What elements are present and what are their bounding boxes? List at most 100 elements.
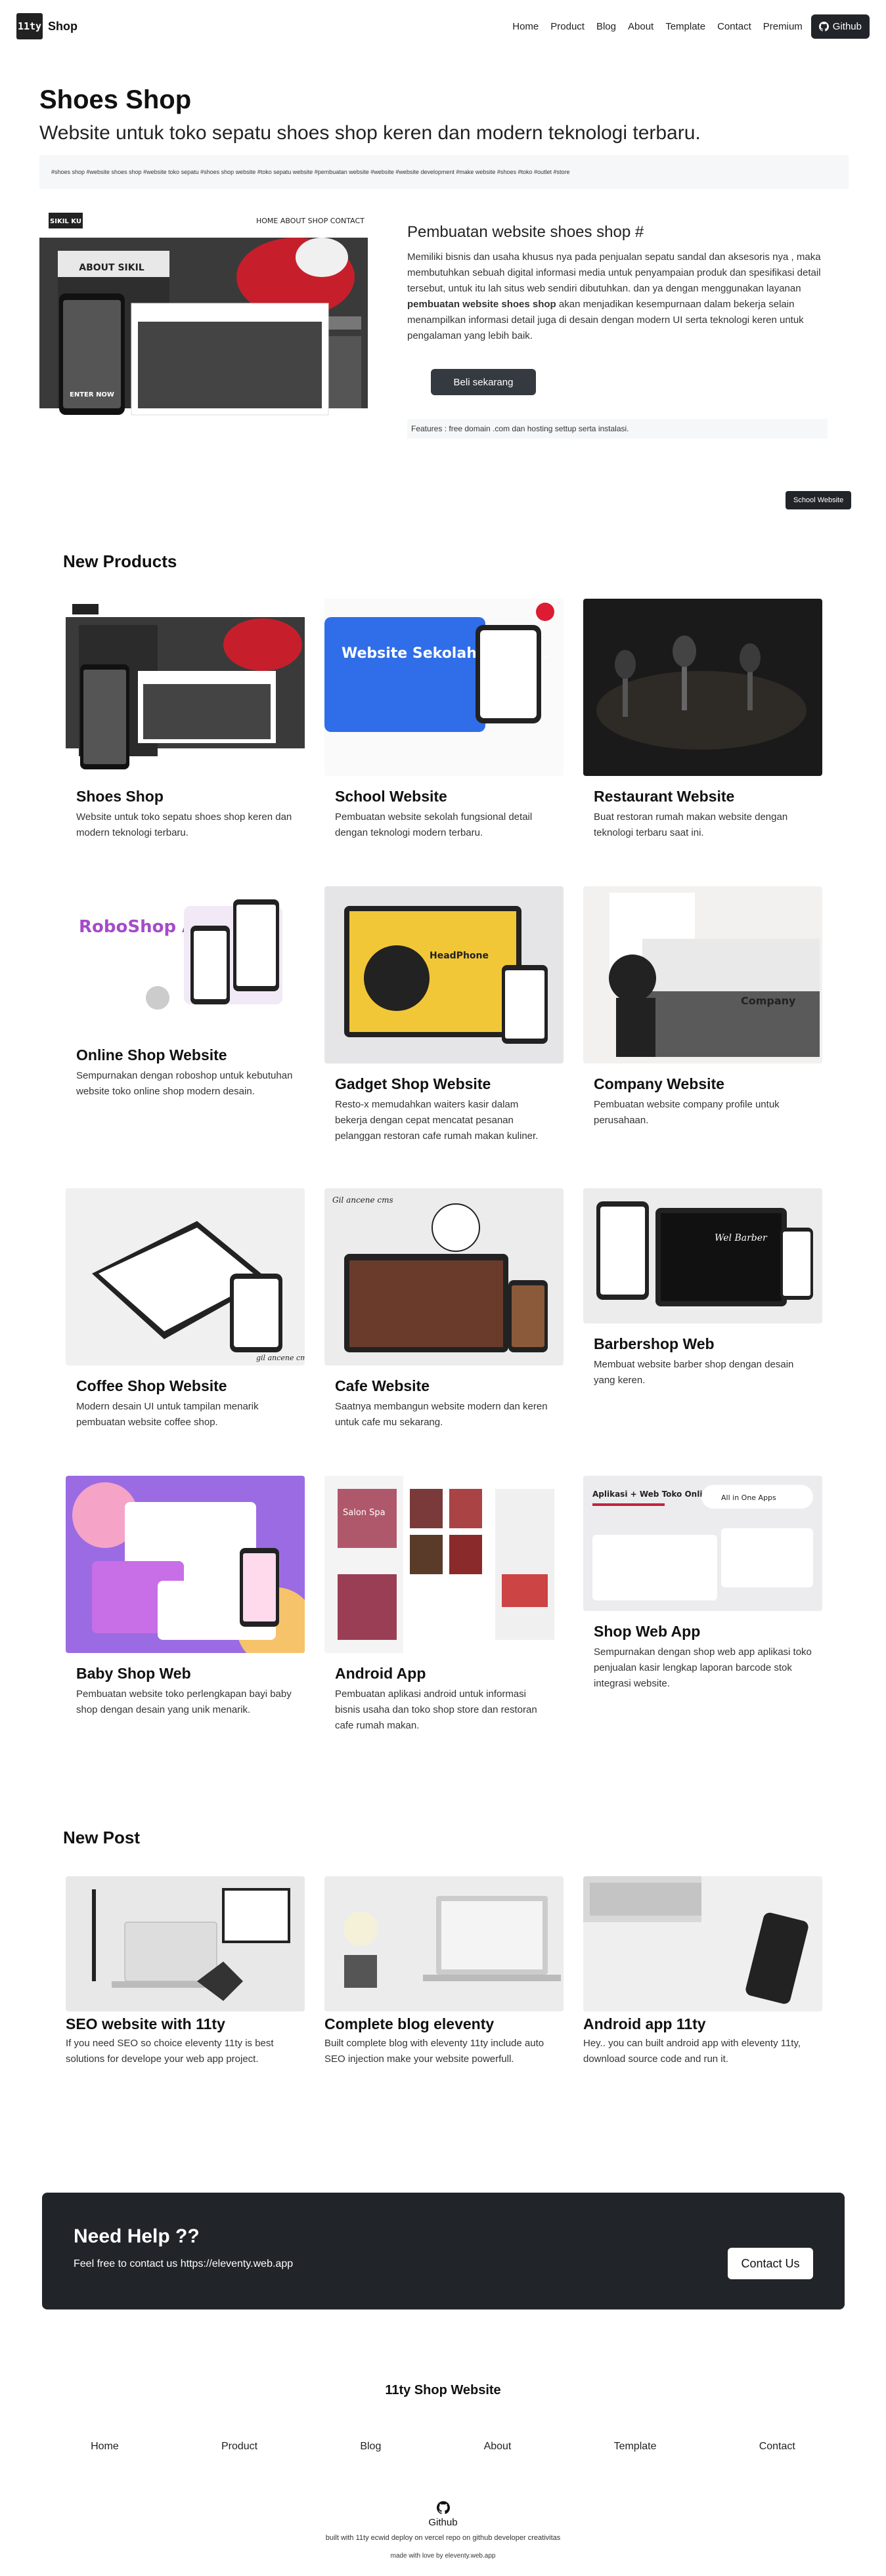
product-card-gadget[interactable]: HeadPhone Gadget Shop Website Resto-x me…: [324, 886, 564, 1144]
svg-text:Wel Barber: Wel Barber: [715, 1233, 768, 1243]
nav-about[interactable]: About: [622, 21, 659, 32]
brand[interactable]: 11ty Shop: [16, 13, 78, 39]
nav-blog[interactable]: Blog: [590, 21, 622, 32]
mockup-cta: ENTER NOW: [70, 391, 114, 398]
nav-links: Home Product Blog About Template Contact…: [506, 14, 870, 39]
product-name[interactable]: Cafe Website: [324, 1377, 564, 1395]
product-thumb-android[interactable]: Salon Spa: [324, 1476, 564, 1653]
svg-text:Salon Spa: Salon Spa: [343, 1508, 386, 1518]
product-desc: Website untuk toko sepatu shoes shop ker…: [76, 811, 292, 838]
product-name[interactable]: Gadget Shop Website: [324, 1075, 564, 1093]
product-name[interactable]: Online Shop Website: [66, 1046, 305, 1064]
product-name[interactable]: Android App: [324, 1665, 564, 1683]
product-name[interactable]: Baby Shop Web: [66, 1665, 305, 1683]
product-card-cafe[interactable]: Gil ancene cms Cafe Website Saatnya memb…: [324, 1188, 564, 1430]
help-text: Feel free to contact us https://eleventy…: [74, 2258, 294, 2269]
product-thumb-online-shop[interactable]: RoboShop Apps: [66, 886, 305, 1035]
product-card-shoes[interactable]: Shoes Shop Website untuk toko sepatu sho…: [66, 599, 305, 841]
product-desc: Resto-x memudahkan waiters kasir dalam b…: [335, 1099, 539, 1142]
product-thumb-barbershop[interactable]: Wel Barber: [583, 1188, 822, 1323]
product-card-coffee[interactable]: gil ancene cms Coffee Shop Website Moder…: [66, 1188, 305, 1430]
product-desc: Sempurnakan dengan shop web app aplikasi…: [594, 1646, 812, 1689]
post-title[interactable]: Complete blog eleventy: [324, 2015, 564, 2033]
post-thumb-blog[interactable]: [324, 1876, 564, 2011]
product-desc: Pembuatan website toko perlengkapan bayi…: [76, 1688, 292, 1715]
footer-product[interactable]: Product: [221, 2441, 257, 2453]
product-card-barbershop[interactable]: Wel Barber Barbershop Web Membuat websit…: [583, 1188, 822, 1388]
post-title[interactable]: SEO website with 11ty: [66, 2015, 305, 2033]
footer-home[interactable]: Home: [91, 2441, 119, 2453]
hero-info: Pembuatan website shoes shop # Memiliki …: [407, 223, 828, 344]
product-thumb-restaurant[interactable]: [583, 599, 822, 776]
product-name[interactable]: Shop Web App: [583, 1623, 822, 1641]
hero-heading: Pembuatan website shoes shop #: [407, 223, 644, 241]
nav-contact[interactable]: Contact: [711, 21, 757, 32]
product-name[interactable]: Barbershop Web: [583, 1335, 822, 1353]
product-desc: Saatnya membangun website modern dan ker…: [335, 1401, 548, 1428]
svg-text:HeadPhone: HeadPhone: [430, 951, 489, 961]
brand-logo[interactable]: 11ty: [16, 13, 43, 39]
shopapp-thumb-badge: All in One Apps: [721, 1493, 776, 1502]
footer-contact[interactable]: Contact: [759, 2441, 795, 2453]
post-thumb-seo[interactable]: [66, 1876, 305, 2011]
navbar: 11ty Shop Home Product Blog About Templa…: [0, 0, 886, 53]
product-thumb-school[interactable]: Website Sekolah Modern.: [324, 599, 564, 776]
product-desc: Pembuatan website company profile untuk …: [594, 1099, 780, 1126]
hero-keyword: pembuatan website shoes shop: [407, 299, 556, 310]
help-banner: Need Help ?? Feel free to contact us htt…: [42, 2193, 845, 2309]
product-card-company[interactable]: Company Company Website Pembuatan websit…: [583, 886, 822, 1128]
footer-built-text: built with 11ty ecwid deploy on vercel r…: [325, 2534, 561, 2542]
product-desc: Sempurnakan dengan roboshop untuk kebutu…: [76, 1070, 293, 1097]
footer-about[interactable]: About: [484, 2441, 512, 2453]
features-note: Features : free domain .com dan hosting …: [407, 419, 828, 439]
post-desc: If you need SEO so choice eleventy 11ty …: [66, 2038, 274, 2065]
post-card-seo[interactable]: SEO website with 11ty If you need SEO so…: [66, 1876, 305, 2067]
product-name[interactable]: Coffee Shop Website: [66, 1377, 305, 1395]
nav-home[interactable]: Home: [506, 21, 544, 32]
brand-name[interactable]: Shop: [48, 20, 78, 33]
product-thumb-gadget[interactable]: HeadPhone: [324, 886, 564, 1063]
product-thumb-shoes[interactable]: [66, 599, 305, 776]
gadget-thumb-text: HeadPhone: [430, 951, 489, 961]
product-thumb-baby[interactable]: [66, 1476, 305, 1653]
product-card-online-shop[interactable]: RoboShop Apps Online Shop Website Sempur…: [66, 886, 305, 1100]
nav-product[interactable]: Product: [544, 21, 590, 32]
footer-links: Home Product Blog About Template Contact: [0, 2441, 886, 2453]
mockup-nav: HOME ABOUT SHOP CONTACT: [256, 217, 365, 225]
footer-love-text: made with love by eleventy.web.app: [390, 2552, 496, 2560]
products-title: New Products: [63, 551, 177, 571]
product-thumb-cafe[interactable]: Gil ancene cms: [324, 1188, 564, 1365]
post-thumb-android[interactable]: [583, 1876, 822, 2011]
product-name[interactable]: Company Website: [583, 1075, 822, 1093]
github-label: Github: [832, 20, 862, 32]
hero-subtitle: Website untuk toko sepatu shoes shop ker…: [39, 122, 701, 144]
product-thumb-shop-web-app[interactable]: Aplikasi + Web Toko Online Shop All in On…: [583, 1476, 822, 1611]
footer-blog[interactable]: Blog: [360, 2441, 381, 2453]
product-thumb-coffee[interactable]: gil ancene cms: [66, 1188, 305, 1365]
school-website-button[interactable]: School Website: [786, 491, 852, 509]
product-card-shop-web-app[interactable]: Aplikasi + Web Toko Online Shop All in On…: [583, 1476, 822, 1692]
post-title[interactable]: Android app 11ty: [583, 2015, 822, 2033]
post-card-android[interactable]: Android app 11ty Hey.. you can built and…: [583, 1876, 822, 2067]
product-card-restaurant[interactable]: Restaurant Website Buat restoran rumah m…: [583, 599, 822, 841]
product-card-android[interactable]: Salon Spa Android App Pembuatan aplikasi…: [324, 1476, 564, 1734]
nav-premium[interactable]: Premium: [757, 21, 808, 32]
product-card-school[interactable]: Website Sekolah Modern. School Website P…: [324, 599, 564, 841]
product-name[interactable]: Restaurant Website: [583, 788, 822, 805]
buy-now-button[interactable]: Beli sekarang: [431, 369, 536, 395]
post-desc: Built complete blog with eleventy 11ty i…: [324, 2038, 544, 2065]
product-thumb-company[interactable]: Company: [583, 886, 822, 1063]
product-name[interactable]: Shoes Shop: [66, 788, 305, 805]
post-card-blog[interactable]: Complete blog eleventy Built complete bl…: [324, 1876, 564, 2067]
footer-template[interactable]: Template: [614, 2441, 657, 2453]
help-title: Need Help ??: [74, 2225, 200, 2247]
footer-github-link[interactable]: Github: [0, 2501, 886, 2528]
product-desc: Modern desain UI untuk tampilan menarik …: [76, 1401, 259, 1428]
nav-template[interactable]: Template: [659, 21, 711, 32]
github-button[interactable]: Github: [810, 14, 870, 39]
hero-title: Shoes Shop: [39, 85, 192, 114]
product-name[interactable]: School Website: [324, 788, 564, 805]
product-card-baby[interactable]: Baby Shop Web Pembuatan website toko per…: [66, 1476, 305, 1718]
svg-text:Gil ancene cms: Gil ancene cms: [332, 1195, 393, 1205]
contact-us-button[interactable]: Contact Us: [728, 2248, 813, 2279]
